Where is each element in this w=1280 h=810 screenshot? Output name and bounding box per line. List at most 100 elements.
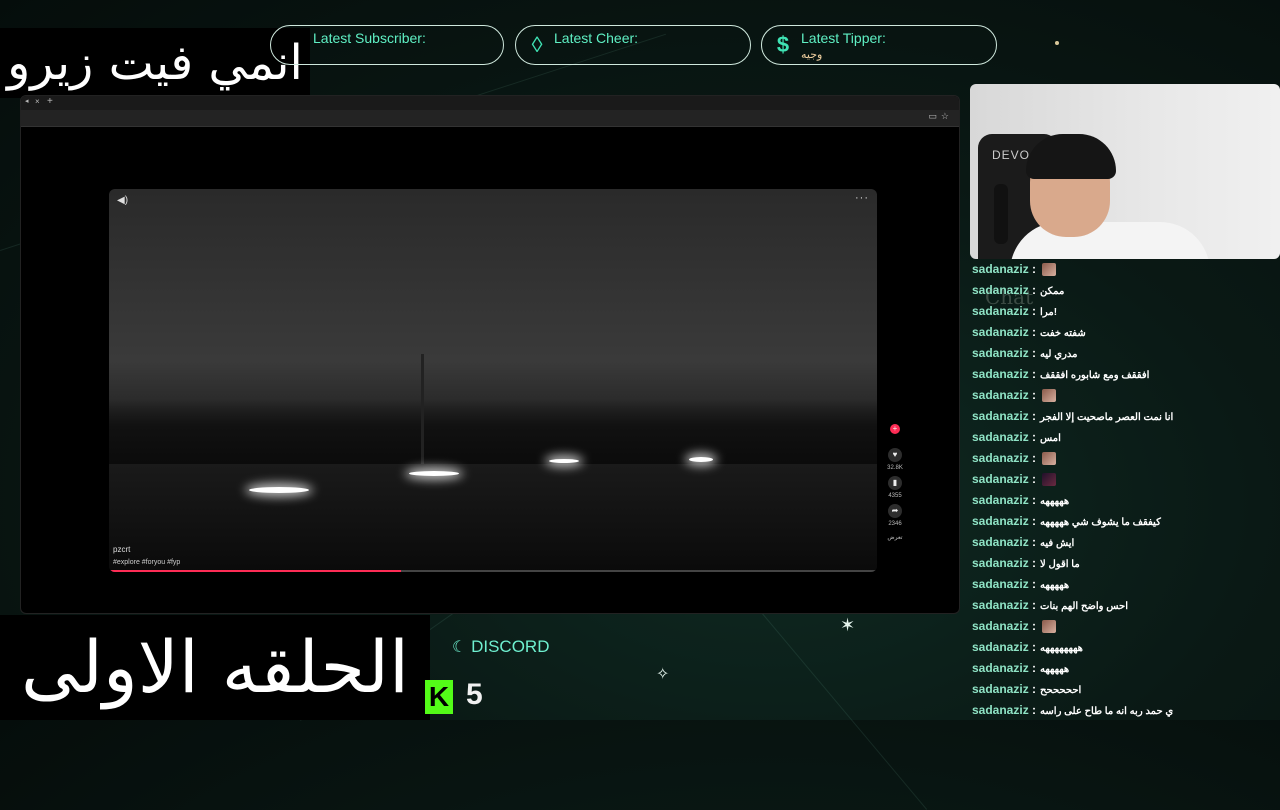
latest-cheer-widget: ◊ Latest Cheer: [515,25,751,65]
chat-username[interactable]: sadanaziz [972,388,1029,402]
chat-separator: : [1028,493,1037,507]
chat-separator: : [1028,556,1037,570]
chat-message: sadanaziz : ما اقول لا [967,553,1280,574]
dollar-icon: $ [776,32,790,57]
cast-icon[interactable]: ▭ [928,111,937,122]
chat-separator: : [1028,598,1037,612]
chat-username[interactable]: sadanaziz [972,493,1029,507]
share-icon[interactable]: ➦ [888,504,902,518]
profile-follow-icon[interactable]: + [890,424,900,434]
star-icon[interactable]: ☆ [941,111,949,122]
chat-message-text: مرا! [1040,307,1058,318]
chat-message-text: شفته خفت [1040,328,1086,339]
chat-username[interactable]: sadanaziz [972,577,1029,591]
more-label[interactable]: تعرض [883,532,907,546]
streamer-shirt [1010,222,1210,259]
chat-separator: : [1028,262,1037,276]
chat-message: sadanaziz : شفته خفت [967,322,1280,343]
chat-separator: : [1028,409,1037,423]
chat-username[interactable]: sadanaziz [972,325,1029,339]
emote-icon [1042,620,1057,634]
chat-username[interactable]: sadanaziz [972,472,1029,486]
volume-icon[interactable]: ◀) [117,195,128,206]
chat-username[interactable]: sadanaziz [972,262,1029,276]
chat-message-text: احححححح [1040,685,1082,696]
chat-separator: : [1028,451,1037,465]
video-hashtags[interactable]: #explore #foryou #fyp [113,559,180,566]
chat-message: sadanaziz : [967,469,1280,490]
widget-label: Latest Tipper: [801,30,886,46]
chat-username[interactable]: sadanaziz [972,598,1029,612]
chat-message-text: افققف ومع شابوره افققف [1040,370,1150,381]
chat-username[interactable]: sadanaziz [972,367,1029,381]
chat-message-text: انا نمت العصر ماصحيت إلا الفجر [1040,412,1174,423]
chat-separator: : [1028,682,1037,696]
chat-message: sadanaziz : هههههه [967,574,1280,595]
chat-username[interactable]: sadanaziz [972,283,1029,297]
video-frame-light [249,487,309,493]
chat-username[interactable]: sadanaziz [972,640,1029,654]
chat-separator: : [1028,346,1037,360]
chat-separator: : [1028,514,1037,528]
chat-separator: : [1028,703,1037,717]
new-tab-button[interactable]: + [47,96,53,107]
chat-separator: : [1028,535,1037,549]
heart-icon[interactable]: ♥ [888,448,902,462]
chat-separator: : [1028,619,1037,633]
chat-separator: : [1028,577,1037,591]
chat-username[interactable]: sadanaziz [972,409,1029,423]
chat-message: sadanaziz : مرا! [967,301,1280,322]
chat-message: sadanaziz : انا نمت العصر ماصحيت إلا الفج… [967,406,1280,427]
chat-username[interactable]: sadanaziz [972,556,1029,570]
video-frame-light [689,457,713,462]
bookmark-icon[interactable]: ▮ [888,476,902,490]
emote-icon [1042,263,1057,277]
latest-tipper-widget: $ Latest Tipper: وجيه [761,25,997,65]
chat-message: sadanaziz : مدري ليه [967,343,1280,364]
close-tab-button[interactable]: × [35,97,40,106]
video-author[interactable]: pzcrt [113,545,130,554]
more-options-icon[interactable]: ··· [855,192,869,204]
video-player[interactable]: ◀) ··· pzcrt #explore #foryou #fyp [109,189,877,572]
speaker-icon: ◂ [25,98,29,105]
background-line [759,610,928,810]
streamer-hair [1026,134,1116,179]
webcam-feed: DEVO [970,84,1280,259]
chat-message: sadanaziz : هههههه [967,658,1280,679]
chat-username[interactable]: sadanaziz [972,535,1029,549]
chat-separator: : [1028,640,1037,654]
chat-username[interactable]: sadanaziz [972,619,1029,633]
chat-username[interactable]: sadanaziz [972,703,1029,717]
chat-username[interactable]: sadanaziz [972,682,1029,696]
episode-title-bottom: الحلقه الاولى [0,615,430,720]
latest-subscriber-widget: Latest Subscriber: [270,25,504,65]
chat-separator: : [1028,283,1037,297]
emote-icon [1042,389,1057,403]
chat-username[interactable]: sadanaziz [972,661,1029,675]
chat-username[interactable]: sadanaziz [972,346,1029,360]
chat-username[interactable]: sadanaziz [972,514,1029,528]
browser-tab-bar: ◂ × + [21,96,959,110]
kick-logo-icon: K [425,680,453,714]
sparkle-icon: ✶ [840,615,856,635]
chat-username[interactable]: sadanaziz [972,451,1029,465]
chat-separator: : [1028,388,1037,402]
chat-message: sadanaziz : امس [967,427,1280,448]
chat-message: sadanaziz :ي حمد ربه انه ما طاح على راسه [967,700,1280,720]
chat-panel: Chat sadanaziz : sadanaziz : ممكن sadanaziz… [967,259,1280,720]
chat-message-text: احس واضح الهم بنات [1040,601,1128,612]
video-frame-road [109,464,877,572]
video-frame-trees [109,399,877,469]
kick-logo-letter: K [428,681,450,712]
chat-message-text: مدري ليه [1040,349,1078,360]
chat-message: sadanaziz : [967,616,1280,637]
chat-username[interactable]: sadanaziz [972,430,1029,444]
chat-message: sadanaziz : افققف ومع شابوره افققف [967,364,1280,385]
chat-message: sadanaziz : ههههههههه [967,637,1280,658]
widget-value: وجيه [801,49,823,61]
widget-label: Latest Subscriber: [313,30,426,46]
chat-username[interactable]: sadanaziz [972,304,1029,318]
chat-message: sadanaziz : احس واضح الهم بنات [967,595,1280,616]
episode-title-top: انمي فيت زيرو [0,28,310,98]
video-progress-bar[interactable] [109,570,877,572]
